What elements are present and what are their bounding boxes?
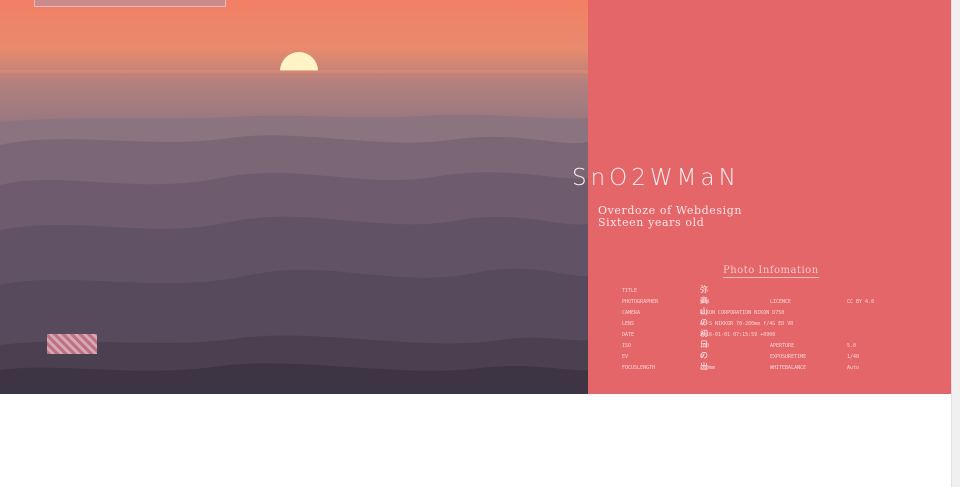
info-value: 1/40 xyxy=(847,354,860,360)
info-key: ISO xyxy=(622,343,632,349)
info-value: NIKON CORPORATION NIKON D750 xyxy=(700,310,785,316)
info-key: EV xyxy=(622,354,629,360)
info-key: APERTURE xyxy=(770,343,795,349)
info-value: 2016-01-01 07:15:59 +0900 xyxy=(700,332,776,338)
info-key: WHITEBALANCE xyxy=(770,365,807,371)
info-value: 5.0 xyxy=(847,343,857,349)
top-caption-strip xyxy=(34,0,226,7)
vertical-scrollbar[interactable] xyxy=(951,0,960,487)
info-key: CAMERA xyxy=(622,310,641,316)
info-value: Auto xyxy=(847,365,860,371)
info-key: EXPOSURETIME xyxy=(770,354,807,360)
info-value: 100 xyxy=(700,343,710,349)
info-value: 200mm xyxy=(700,365,716,371)
hero-photo xyxy=(0,0,588,394)
site-logo[interactable]: SnO2WMaN xyxy=(572,165,740,191)
info-key: LENS xyxy=(622,321,635,327)
info-key: LICENCE xyxy=(770,299,792,305)
info-value: CC BY 4.0 xyxy=(847,299,875,305)
info-key: DATE xyxy=(622,332,635,338)
info-value: 0 xyxy=(700,354,704,360)
info-key: PHOTOGRAPHER xyxy=(622,299,659,305)
photo-info-heading: Photo Infomation xyxy=(723,265,819,278)
info-value: AF-S NIKKOR 70-200mm f/4G ED VR xyxy=(700,321,794,327)
info-key: TITLE xyxy=(622,288,638,294)
info-key: FOCUSLENGTH xyxy=(622,365,656,371)
tagline-secondary: Sixteen years old xyxy=(598,216,705,229)
pattern-badge xyxy=(47,334,97,354)
info-value: SUN xyxy=(700,299,710,305)
